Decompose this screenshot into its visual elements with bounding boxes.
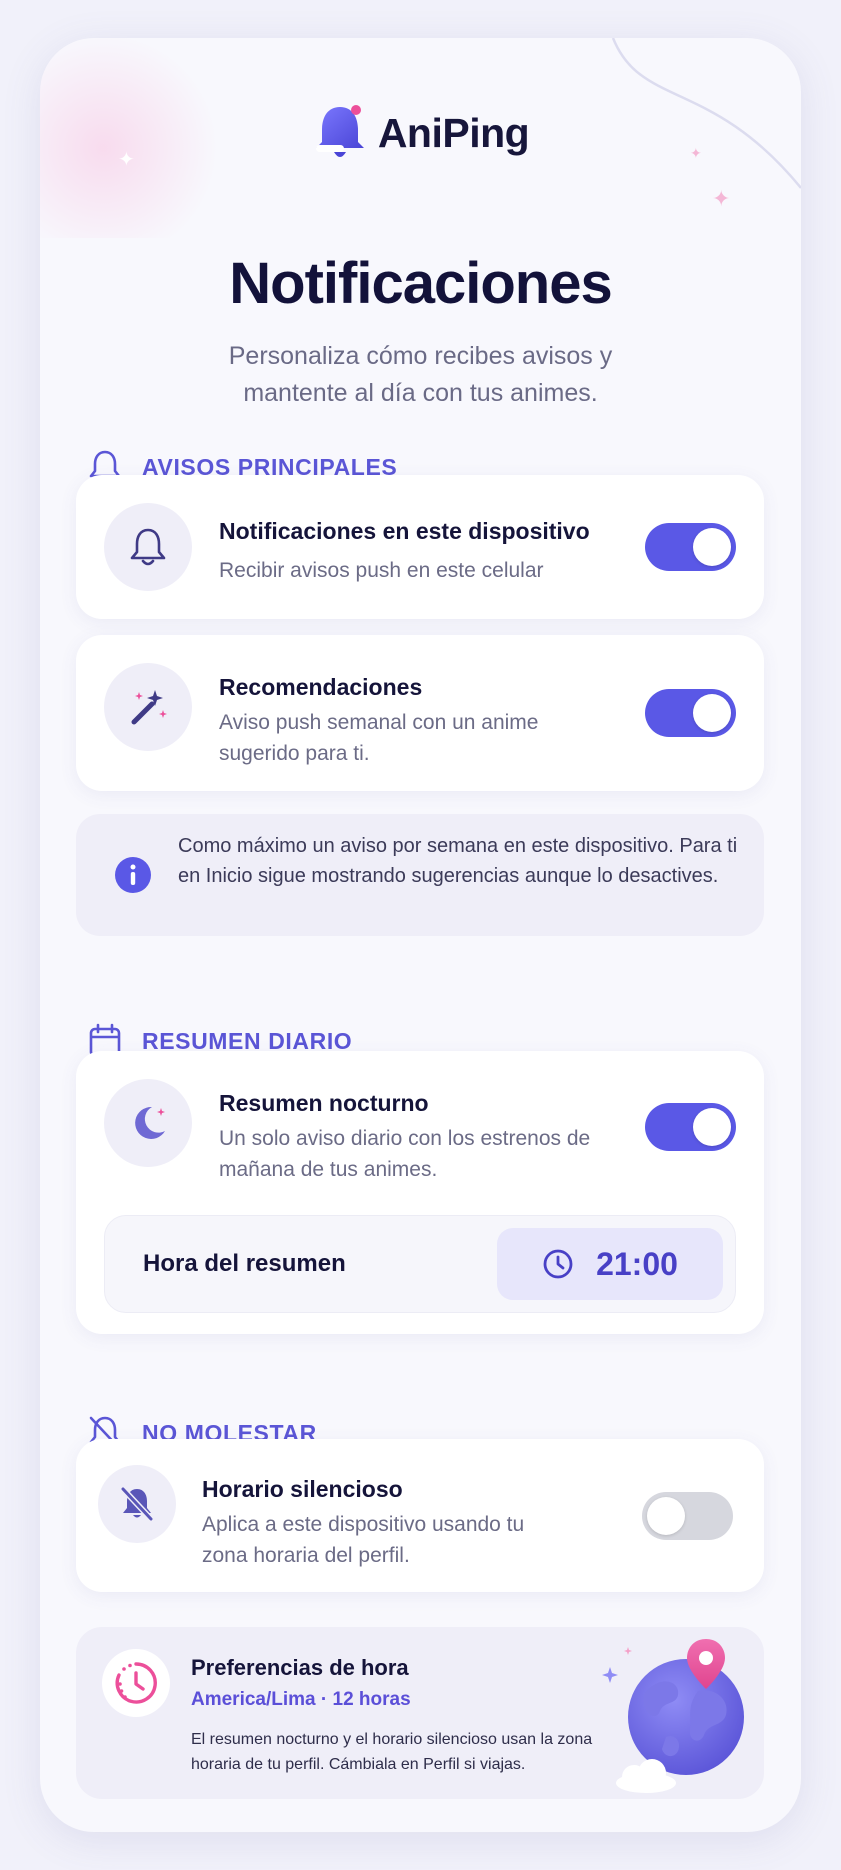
setting-title: Notificaciones en este dispositivo <box>219 518 590 544</box>
time-preferences-title: Preferencias de hora <box>191 1655 409 1680</box>
setting-quiet-hours-card: Horario silencioso Aplica a este disposi… <box>76 1439 764 1592</box>
setting-title: Horario silencioso <box>202 1476 403 1502</box>
brand: AniPing <box>40 102 801 164</box>
summary-time-label: Hora del resumen <box>143 1250 346 1277</box>
magic-wand-icon <box>104 663 192 751</box>
summary-time-value: 21:00 <box>596 1245 678 1282</box>
setting-description: Un solo aviso diario con los estrenos de… <box>219 1127 591 1181</box>
bell-logo-icon <box>315 105 364 157</box>
info-icon <box>115 857 151 893</box>
quiet-hours-toggle[interactable] <box>642 1492 733 1540</box>
summary-time-picker[interactable]: 21:00 <box>497 1228 723 1300</box>
sparkle-icon: ✦ <box>712 186 731 211</box>
setting-recommendations-card: Recomendaciones Aviso push semanal con u… <box>76 635 764 791</box>
setting-device-card: Notificaciones en este dispositivo Recib… <box>76 475 764 619</box>
info-text: Como máximo un aviso por semana en este … <box>178 835 738 887</box>
bell-slash-icon <box>98 1465 176 1543</box>
device-notifications-toggle[interactable] <box>645 523 736 571</box>
setting-description: Aviso push semanal con un anime sugerido… <box>219 711 539 765</box>
setting-title: Recomendaciones <box>219 674 423 700</box>
time-preferences-card[interactable]: Preferencias de hora America/Lima · 12 h… <box>76 1627 764 1799</box>
moon-icon <box>104 1079 192 1167</box>
setting-title: Resumen nocturno <box>219 1090 429 1116</box>
nightly-summary-toggle[interactable] <box>645 1103 736 1151</box>
page-subtitle: Personaliza cómo recibes avisos y manten… <box>228 342 613 407</box>
bell-icon <box>104 503 192 591</box>
app-name: AniPing <box>377 109 530 156</box>
time-zone-value: America/Lima · 12 horas <box>191 1689 411 1710</box>
setting-description: Recibir avisos push en este celular <box>219 559 544 582</box>
info-callout: Como máximo un aviso por semana en este … <box>76 814 764 936</box>
clock-icon <box>543 1249 573 1279</box>
page-title: Notificaciones <box>229 251 612 316</box>
setting-nightly-card: Resumen nocturno Un solo aviso diario co… <box>76 1051 764 1334</box>
summary-time-row: Hora del resumen 21:00 <box>104 1215 736 1313</box>
time-preferences-description: El resumen nocturno y el horario silenci… <box>191 1731 593 1773</box>
clock-history-icon <box>102 1649 170 1717</box>
recommendations-toggle[interactable] <box>645 689 736 737</box>
app-screen: ✦ ✦ ✦ AniPing Notificaciones Personaliza… <box>40 38 801 1832</box>
setting-description: Aplica a este dispositivo usando tu zona… <box>202 1513 525 1567</box>
globe-pin-icon <box>602 1639 744 1793</box>
